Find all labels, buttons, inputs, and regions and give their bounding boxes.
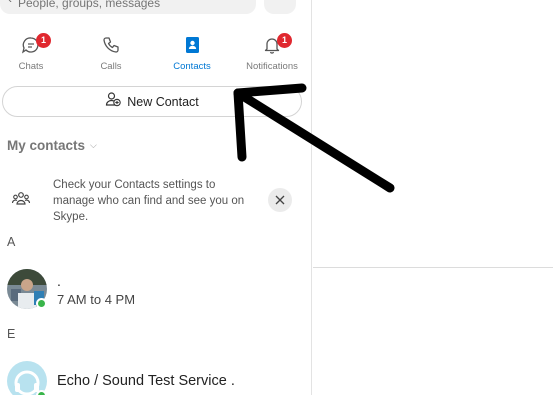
people-group-icon xyxy=(11,189,31,214)
bell-icon xyxy=(233,34,311,56)
new-contact-button[interactable]: New Contact xyxy=(2,86,302,117)
add-person-icon xyxy=(105,91,121,112)
tab-contacts[interactable]: Contacts xyxy=(153,30,231,74)
contacts-settings-notice: Check your Contacts settings to manage w… xyxy=(0,174,306,226)
my-contacts-header[interactable]: My contacts ⌵ xyxy=(7,138,97,153)
section-title: My contacts xyxy=(7,138,86,153)
contact-row[interactable]: . 7 AM to 4 PM xyxy=(0,269,306,315)
group-letter: A xyxy=(7,235,16,249)
contact-row[interactable]: Echo / Sound Test Service . xyxy=(0,361,306,395)
back-arrow-icon[interactable]: ‹ xyxy=(8,0,12,6)
unread-badge: 1 xyxy=(277,33,292,48)
tab-chats[interactable]: Chats 1 xyxy=(0,30,70,74)
dialpad-button[interactable] xyxy=(264,0,296,14)
tab-label: Calls xyxy=(100,61,122,72)
divider xyxy=(313,267,553,268)
new-contact-label: New Contact xyxy=(127,94,199,109)
phone-icon xyxy=(72,34,150,56)
unread-badge: 1 xyxy=(36,33,51,48)
sidebar: ‹ Chats 1 Calls Contacts Not xyxy=(0,0,312,395)
tab-label: Chats xyxy=(18,61,44,72)
chat-icon xyxy=(0,34,70,56)
contact-name: . xyxy=(57,273,61,289)
tab-calls[interactable]: Calls xyxy=(72,30,150,74)
search-input[interactable] xyxy=(18,0,218,10)
tab-label: Notifications xyxy=(246,61,298,72)
notice-text: Check your Contacts settings to manage w… xyxy=(53,179,245,223)
conversation-pane xyxy=(313,0,553,395)
contact-status: 7 AM to 4 PM xyxy=(57,292,136,307)
tab-bar: Chats 1 Calls Contacts Notifications 1 xyxy=(0,30,312,74)
close-icon[interactable] xyxy=(268,188,292,212)
online-status-indicator xyxy=(36,298,47,309)
contacts-book-icon xyxy=(153,34,231,56)
group-letter: E xyxy=(7,327,16,341)
online-status-indicator xyxy=(36,390,47,395)
tab-notifications[interactable]: Notifications 1 xyxy=(233,30,311,74)
tab-label: Contacts xyxy=(173,61,211,72)
contact-name: Echo / Sound Test Service . xyxy=(57,373,235,389)
search-box[interactable]: ‹ xyxy=(0,0,256,14)
chevron-down-icon: ⌵ xyxy=(90,140,97,150)
